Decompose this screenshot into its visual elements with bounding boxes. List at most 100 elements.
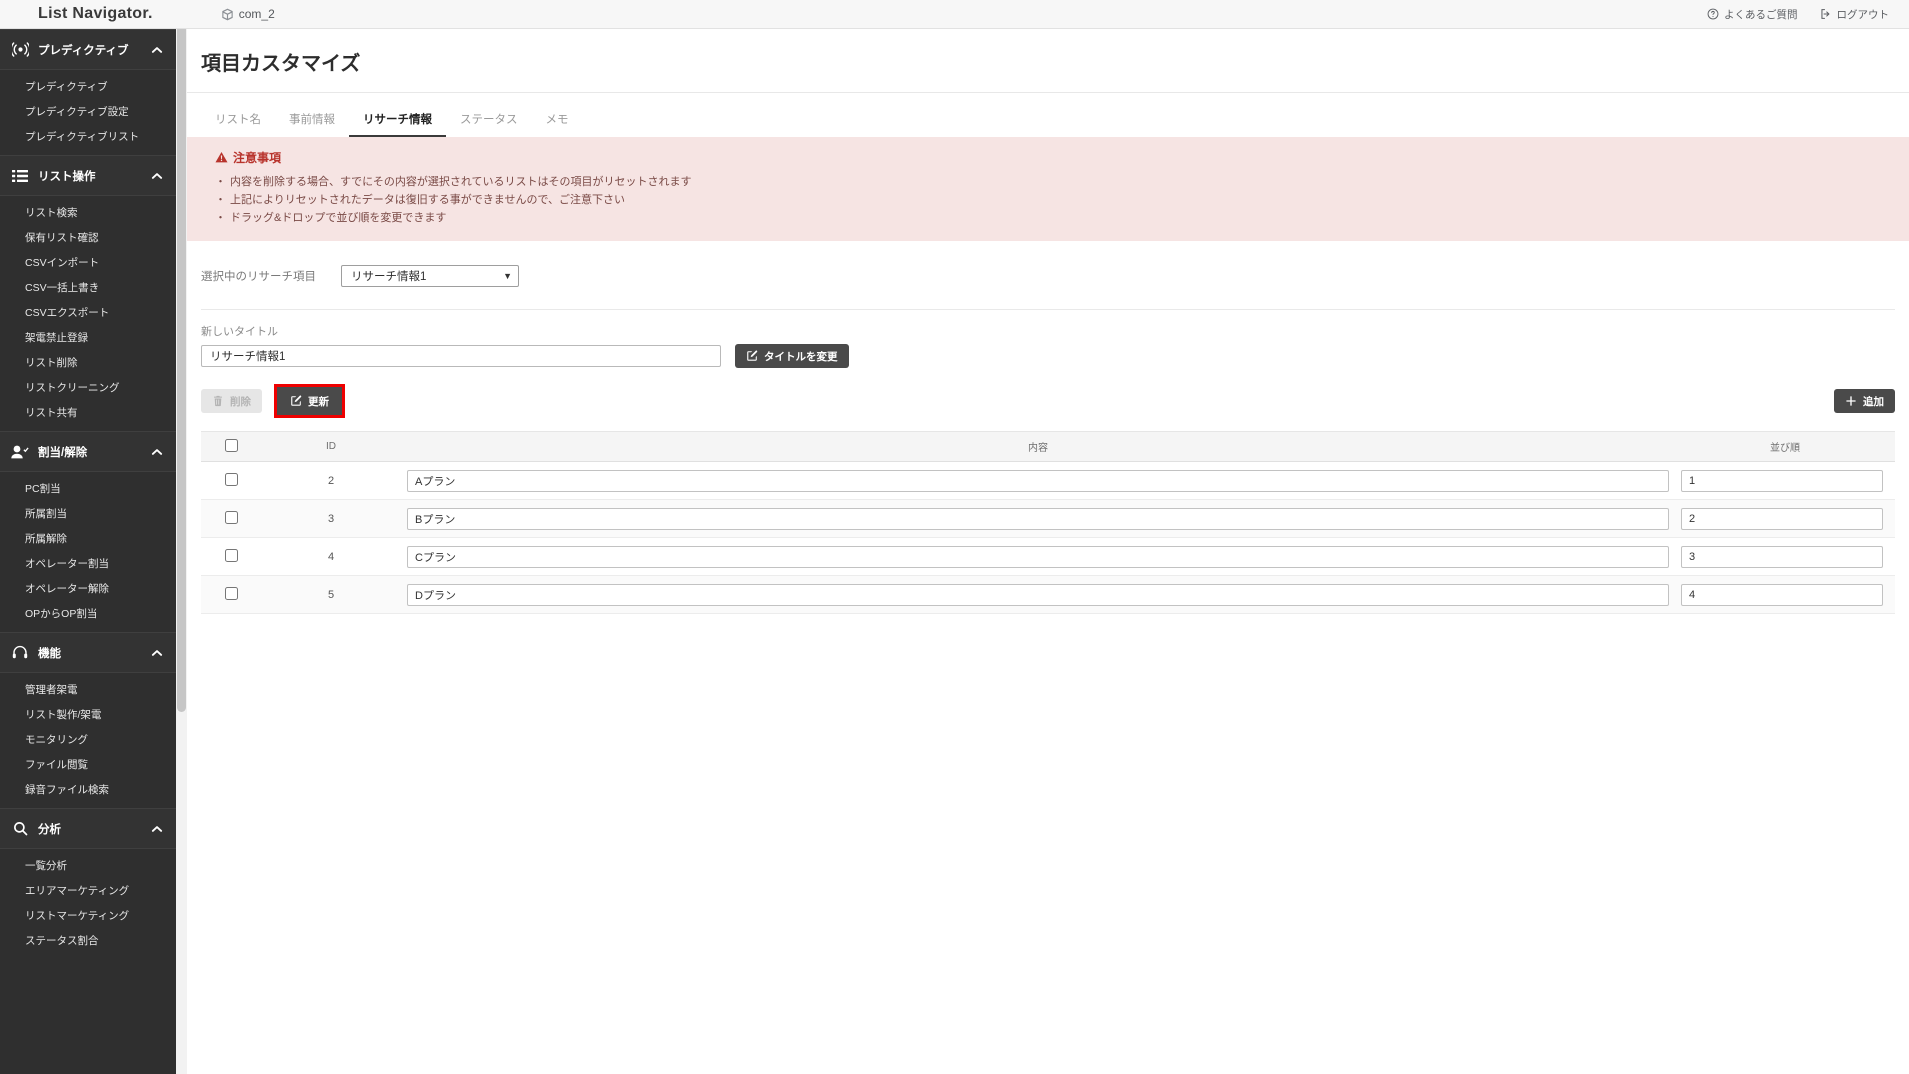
row-content-cell — [401, 537, 1675, 576]
trash-icon — [212, 395, 224, 407]
sidebar-item-3-3[interactable]: 所属解除 — [0, 526, 176, 551]
sidebar-group-label: 割当/解除 — [38, 446, 88, 459]
research-select[interactable]: リサーチ情報1 ▼ — [341, 265, 519, 287]
select-all-checkbox[interactable] — [224, 438, 238, 452]
items-table-header-row: ID 内容 並び順 — [201, 431, 1895, 462]
items-table-wrapper: ID 内容 並び順 2345 — [187, 418, 1909, 614]
sidebar-item-1-1[interactable]: プレディクティブ — [0, 74, 176, 99]
row-checkbox[interactable] — [224, 472, 238, 486]
row-order-input[interactable] — [1681, 583, 1883, 606]
row-content-input[interactable] — [407, 545, 1669, 568]
sidebar-subgroup-2: リスト検索 保有リスト確認 CSVインポート CSV一括上書き CSVエクスポート 架電禁… — [0, 196, 176, 431]
sidebar-item-2-1[interactable]: リスト検索 — [0, 200, 176, 225]
chevron-up-icon[interactable] — [150, 43, 164, 57]
sidebar-item-2-9[interactable]: リスト共有 — [0, 400, 176, 425]
table-row: 4 — [201, 537, 1895, 576]
sidebar-item-2-3[interactable]: CSVインポート — [0, 250, 176, 275]
sidebar-item-4-5[interactable]: 録音ファイル検索 — [0, 777, 176, 802]
company-indicator: com_2 — [221, 7, 275, 21]
row-checkbox[interactable] — [224, 510, 238, 524]
row-content-input[interactable] — [407, 583, 1669, 606]
company-name: com_2 — [238, 7, 275, 21]
sidebar-item-3-1[interactable]: PC割当 — [0, 476, 176, 501]
delete-button[interactable]: 削除 — [201, 389, 262, 413]
sidebar-item-2-6[interactable]: 架電禁止登録 — [0, 325, 176, 350]
notice-line-list: 内容を削除する場合、すでにその内容が選択されているリストはその項目がリセットされ… — [215, 173, 1909, 227]
row-order-input[interactable] — [1681, 545, 1883, 568]
header-order: 並び順 — [1675, 431, 1895, 462]
row-order-cell — [1675, 461, 1895, 500]
list-icon — [10, 168, 30, 184]
sidebar-item-2-4[interactable]: CSV一括上書き — [0, 275, 176, 300]
tab-3[interactable]: リサーチ情報 — [349, 107, 446, 137]
row-order-cell — [1675, 575, 1895, 614]
change-title-button[interactable]: タイトルを変更 — [735, 344, 849, 368]
logout-link[interactable]: ログアウト — [1820, 7, 1889, 22]
top-bar-links: よくあるご質問 ログアウト — [1707, 7, 1889, 22]
row-order-cell — [1675, 499, 1895, 538]
logout-icon — [1820, 8, 1832, 20]
tab-bar: リスト名 事前情報 リサーチ情報 ステータス メモ — [187, 93, 1909, 137]
row-order-input[interactable] — [1681, 469, 1883, 492]
sidebar-item-5-4[interactable]: ステータス割合 — [0, 928, 176, 953]
sidebar-item-5-3[interactable]: リストマーケティング — [0, 903, 176, 928]
chevron-up-icon[interactable] — [150, 169, 164, 183]
chevron-up-icon[interactable] — [150, 822, 164, 836]
tab-4[interactable]: ステータス — [446, 107, 532, 137]
faq-link[interactable]: よくあるご質問 — [1707, 7, 1798, 22]
sidebar-item-5-2[interactable]: エリアマーケティング — [0, 878, 176, 903]
row-select-cell — [201, 575, 261, 614]
sidebar-subgroup-5: 一覧分析 エリアマーケティング リストマーケティング ステータス割合 — [0, 849, 176, 959]
add-button[interactable]: 追加 — [1834, 389, 1895, 413]
row-content-input[interactable] — [407, 469, 1669, 492]
tab-5[interactable]: メモ — [532, 107, 583, 137]
new-title-input[interactable] — [201, 345, 721, 367]
sidebar-group-4[interactable]: 機能 — [0, 632, 176, 673]
main-content: 項目カスタマイズ リスト名事前情報リサーチ情報ステータスメモ 注意事項 内容を削… — [187, 29, 1909, 1074]
chevron-up-icon[interactable] — [150, 646, 164, 660]
delete-button-label: 削除 — [230, 395, 251, 408]
sidebar-item-1-3[interactable]: プレディクティブリスト — [0, 124, 176, 149]
update-button-highlight: 更新 — [274, 384, 345, 418]
sidebar-group-1[interactable]: プレディクティブ — [0, 29, 176, 70]
sidebar-item-4-1[interactable]: 管理者架電 — [0, 677, 176, 702]
row-content-input[interactable] — [407, 507, 1669, 530]
sidebar-item-2-2[interactable]: 保有リスト確認 — [0, 225, 176, 250]
row-content-cell — [401, 575, 1675, 614]
sidebar-item-3-6[interactable]: OPからOP割当 — [0, 601, 176, 626]
items-table-body: 2345 — [201, 461, 1895, 614]
update-button[interactable]: 更新 — [277, 387, 342, 415]
sidebar-item-3-2[interactable]: 所属割当 — [0, 501, 176, 526]
sidebar-group-3[interactable]: 割当/解除 — [0, 431, 176, 472]
sidebar-group-2[interactable]: リスト操作 — [0, 155, 176, 196]
app-brand-logo: List Navigator. — [38, 5, 153, 22]
row-checkbox[interactable] — [224, 548, 238, 562]
sidebar-item-1-2[interactable]: プレディクティブ設定 — [0, 99, 176, 124]
chevron-up-icon[interactable] — [150, 445, 164, 459]
sidebar-item-2-8[interactable]: リストクリーニング — [0, 375, 176, 400]
sidebar-item-4-3[interactable]: モニタリング — [0, 727, 176, 752]
items-table-head: ID 内容 並び順 — [201, 431, 1895, 462]
tab-2[interactable]: 事前情報 — [275, 107, 349, 137]
edit-square-icon — [746, 350, 758, 362]
new-title-block: 新しいタイトル タイトルを変更 — [187, 310, 1909, 368]
sidebar-item-2-5[interactable]: CSVエクスポート — [0, 300, 176, 325]
sidebar-item-3-4[interactable]: オペレーター割当 — [0, 551, 176, 576]
sidebar-group-5[interactable]: 分析 — [0, 808, 176, 849]
notice-header: 注意事項 — [215, 149, 1909, 166]
notice-line-2: 上記によりリセットされたデータは復旧する事ができませんので、ご注意下さい — [215, 191, 1909, 209]
sidebar-item-4-2[interactable]: リスト製作/架電 — [0, 702, 176, 727]
tab-1[interactable]: リスト名 — [201, 107, 275, 137]
sidebar-item-4-4[interactable]: ファイル閲覧 — [0, 752, 176, 777]
research-select-label: 選択中のリサーチ項目 — [201, 271, 316, 283]
sidebar-item-3-5[interactable]: オペレーター解除 — [0, 576, 176, 601]
sidebar-item-2-7[interactable]: リスト削除 — [0, 350, 176, 375]
sidebar-scrollbar-thumb[interactable] — [177, 12, 186, 712]
row-checkbox[interactable] — [224, 586, 238, 600]
broadcast-icon — [10, 42, 30, 58]
action-button-row: 削除 更新 追加 — [187, 368, 1909, 418]
sidebar-item-5-1[interactable]: 一覧分析 — [0, 853, 176, 878]
sidebar-subgroup-1: プレディクティブ プレディクティブ設定 プレディクティブリスト — [0, 70, 176, 155]
row-order-input[interactable] — [1681, 507, 1883, 530]
notice-line-3: ドラッグ&ドロップで並び順を変更できます — [215, 209, 1909, 227]
